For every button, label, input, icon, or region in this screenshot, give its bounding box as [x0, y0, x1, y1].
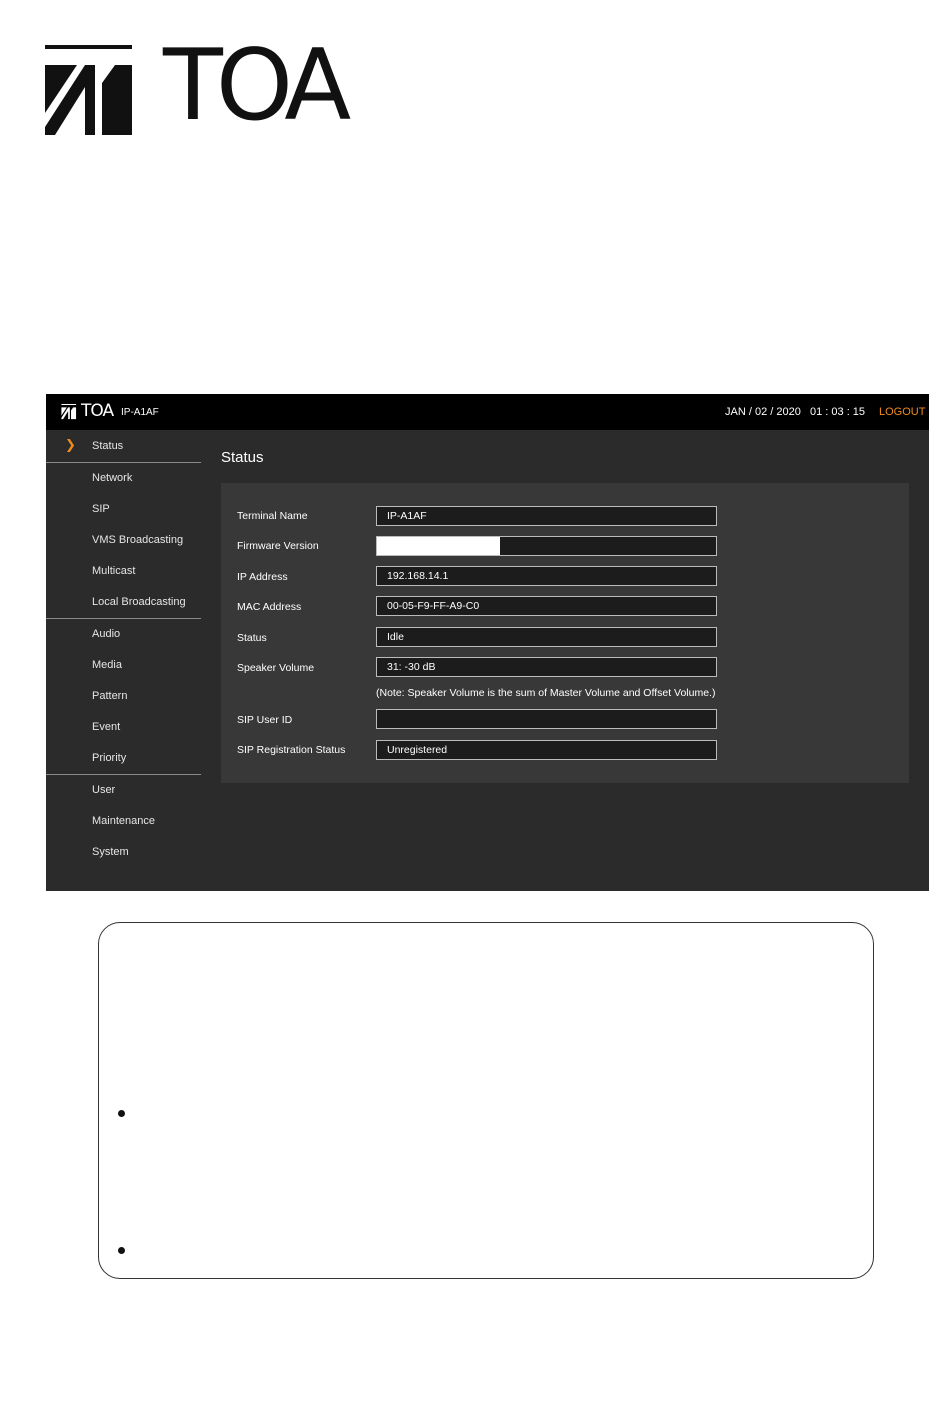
bullet-icon	[118, 1247, 125, 1254]
toa-small-logo-icon	[61, 404, 77, 420]
sidebar-item-label: Pattern	[92, 690, 128, 702]
sidebar-item-media[interactable]: Media	[46, 649, 201, 679]
page-title: Status	[221, 449, 264, 466]
brand-wordmark: TOA	[163, 29, 351, 143]
sidebar-nav: ❯ Status Network SIP VMS Broadcasting Mu…	[46, 430, 201, 891]
sidebar-item-network[interactable]: Network	[46, 462, 201, 492]
sidebar-item-label: Media	[92, 659, 122, 671]
sip-registration-status-label: SIP Registration Status	[237, 744, 346, 756]
sidebar-item-label: Local Broadcasting	[92, 596, 186, 608]
date-time-display: JAN / 02 / 2020 01 : 03 : 15	[725, 406, 866, 418]
status-label: Status	[237, 632, 267, 644]
firmware-version-field	[376, 536, 717, 556]
sidebar-item-pattern[interactable]: Pattern	[46, 680, 201, 710]
speaker-volume-note: (Note: Speaker Volume is the sum of Mast…	[376, 687, 716, 699]
toa-logo-mark-icon	[45, 45, 132, 135]
status-panel: Terminal Name IP-A1AF Firmware Version I…	[221, 483, 909, 783]
sidebar-item-vms-broadcasting[interactable]: VMS Broadcasting	[46, 524, 201, 554]
sidebar-item-local-broadcasting[interactable]: Local Broadcasting	[46, 586, 201, 616]
sidebar-item-audio[interactable]: Audio	[46, 618, 201, 648]
speaker-volume-field: 31: -30 dB	[376, 657, 717, 677]
sidebar-item-event[interactable]: Event	[46, 711, 201, 741]
firmware-version-redaction	[377, 537, 500, 555]
ip-address-field: 192.168.14.1	[376, 566, 717, 586]
notes-box	[98, 922, 874, 1279]
sidebar-item-user[interactable]: User	[46, 774, 201, 804]
device-name: IP-A1AF	[121, 407, 159, 418]
sidebar-item-label: Audio	[92, 628, 121, 640]
sidebar-item-priority[interactable]: Priority	[46, 742, 201, 772]
sidebar-item-label: Event	[92, 721, 121, 733]
brand-logo: TOA	[45, 37, 365, 140]
web-app-window: TOA IP-A1AF JAN / 02 / 2020 01 : 03 : 15…	[46, 394, 929, 891]
sidebar-item-label: Maintenance	[92, 815, 155, 827]
sidebar-item-label: VMS Broadcasting	[92, 534, 184, 546]
sidebar-item-label: Multicast	[92, 565, 136, 577]
sidebar-item-label: User	[92, 784, 116, 796]
sidebar-item-label: Priority	[92, 752, 127, 764]
speaker-volume-label: Speaker Volume	[237, 662, 315, 674]
sip-user-id-field	[376, 709, 717, 729]
mac-address-field: 00-05-F9-FF-A9-C0	[376, 596, 717, 616]
sip-user-id-label: SIP User ID	[237, 714, 293, 726]
sidebar-item-status[interactable]: ❯ Status	[46, 430, 201, 460]
sidebar-item-maintenance[interactable]: Maintenance	[46, 805, 201, 835]
mac-address-label: MAC Address	[237, 601, 302, 613]
status-field: Idle	[376, 627, 717, 647]
sidebar-item-system[interactable]: System	[46, 836, 201, 866]
sidebar-item-sip[interactable]: SIP	[46, 493, 201, 523]
sidebar-item-label: System	[92, 846, 129, 858]
sidebar-item-label: SIP	[92, 503, 110, 515]
sidebar-item-multicast[interactable]: Multicast	[46, 555, 201, 585]
sip-registration-status-field: Unregistered	[376, 740, 717, 760]
sidebar-item-label: Network	[92, 472, 133, 484]
logout-link[interactable]: LOGOUT	[879, 406, 925, 418]
ip-address-label: IP Address	[237, 571, 288, 583]
chevron-right-icon: ❯	[65, 437, 76, 452]
bullet-icon	[118, 1110, 125, 1117]
terminal-name-field: IP-A1AF	[376, 506, 717, 526]
top-bar: TOA IP-A1AF JAN / 02 / 2020 01 : 03 : 15…	[46, 394, 929, 430]
topbar-brand-name: TOA	[81, 401, 114, 421]
firmware-version-label: Firmware Version	[237, 540, 319, 552]
sidebar-item-label: Status	[92, 440, 124, 452]
terminal-name-label: Terminal Name	[237, 510, 308, 522]
